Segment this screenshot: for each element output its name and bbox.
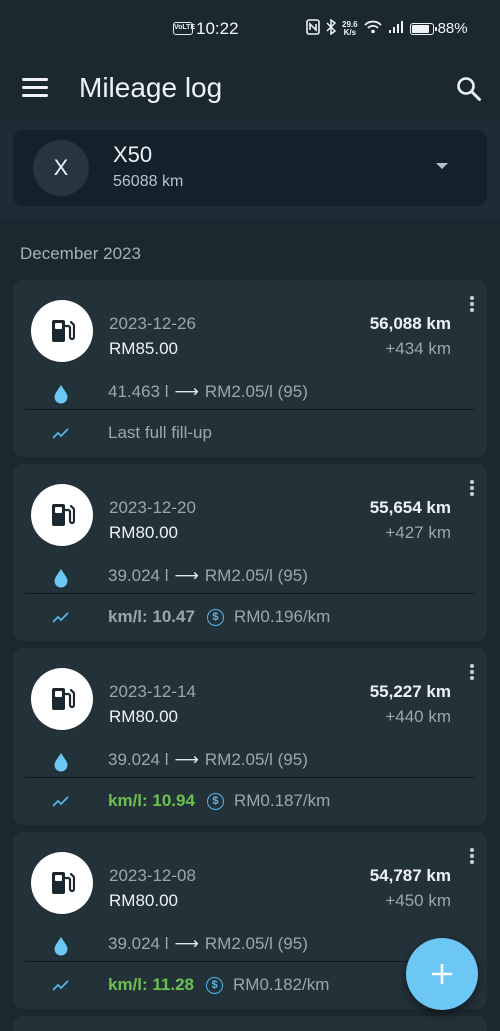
divider (25, 593, 475, 594)
nfc-icon (306, 19, 320, 38)
search-icon[interactable] (455, 75, 483, 103)
efficiency-value: km/l: 10.94 (108, 791, 195, 810)
entry-price: RM2.05/l (95) (204, 382, 308, 401)
stats-row: km/l: 10.47 $ RM0.196/km (108, 607, 330, 627)
arrow-icon: ⟶ (174, 750, 199, 769)
status-bar: VoLTE 10:22 29.6 K/s 88% (0, 0, 500, 58)
more-vert-icon[interactable] (469, 480, 475, 498)
fuel-entry-card[interactable]: 2023-12-14 RM80.00 55,227 km +440 km 39.… (13, 648, 487, 825)
entry-odometer: 55,227 km (369, 682, 451, 701)
fuel-drop-icon (51, 936, 71, 956)
status-time: 10:22 (196, 19, 239, 38)
vehicle-name: X50 (113, 142, 153, 167)
vehicle-selector[interactable]: X X50 56088 km (13, 130, 487, 206)
stats-row: km/l: 10.94 $ RM0.187/km (108, 791, 330, 811)
fuel-entry-card[interactable]: 2023-12-26 RM85.00 56,088 km +434 km 41.… (13, 280, 487, 457)
stats-row: Last full fill-up (108, 423, 212, 443)
fuel-entry-card[interactable]: 2023-12-20 RM80.00 55,654 km +427 km 39.… (13, 464, 487, 641)
trend-icon (51, 975, 71, 995)
money-icon: $ (206, 792, 224, 810)
more-vert-icon[interactable] (469, 296, 475, 314)
chevron-down-icon[interactable] (436, 163, 448, 169)
signal-icon (388, 20, 404, 37)
entry-distance: +440 km (385, 707, 451, 726)
entry-cost: RM80.00 (109, 891, 178, 910)
battery-indicator: 88% (409, 20, 468, 37)
entry-date: 2023-12-26 (109, 314, 196, 333)
arrow-icon: ⟶ (174, 934, 199, 953)
entry-price: RM2.05/l (95) (204, 934, 308, 953)
cost-per-km: RM0.182/km (233, 975, 330, 994)
menu-icon[interactable] (22, 78, 50, 100)
entry-cost: RM80.00 (109, 707, 178, 726)
arrow-icon: ⟶ (174, 382, 199, 401)
fuel-pump-icon (31, 852, 93, 914)
entry-odometer: 56,088 km (369, 314, 451, 333)
fuel-details: 39.024 l ⟶ RM2.05/l (95) (108, 566, 308, 586)
network-speed: 29.6 K/s (342, 19, 358, 37)
cost-per-km: RM0.196/km (233, 607, 331, 626)
fuel-entry-card[interactable] (13, 1016, 487, 1031)
volte-icon: VoLTE (173, 22, 195, 35)
money-icon: $ (206, 976, 224, 994)
entry-distance: +434 km (385, 339, 451, 358)
money-icon: $ (206, 608, 224, 626)
fuel-details: 39.024 l ⟶ RM2.05/l (95) (108, 934, 308, 954)
month-header: December 2023 (20, 244, 141, 263)
fuel-details: 41.463 l ⟶ RM2.05/l (95) (108, 382, 308, 402)
entry-date: 2023-12-20 (109, 498, 196, 517)
entry-date: 2023-12-08 (109, 866, 196, 885)
entry-odometer: 54,787 km (369, 866, 451, 885)
stats-row: km/l: 11.28 $ RM0.182/km (108, 975, 329, 995)
divider (25, 777, 475, 778)
last-full-note: Last full fill-up (108, 423, 212, 442)
vehicle-avatar: X (33, 140, 89, 196)
fuel-drop-icon (51, 568, 71, 588)
trend-icon (51, 423, 71, 443)
wifi-icon (363, 20, 382, 37)
entry-cost: RM80.00 (109, 523, 178, 542)
vehicle-header: X X50 56088 km (0, 120, 500, 218)
entry-date: 2023-12-14 (109, 682, 196, 701)
divider (25, 409, 475, 410)
entry-list: 2023-12-26 RM85.00 56,088 km +434 km 41.… (13, 280, 487, 1031)
bluetooth-icon (326, 18, 337, 38)
fuel-pump-icon (31, 668, 93, 730)
fuel-drop-icon (51, 384, 71, 404)
plus-icon (431, 963, 453, 985)
battery-icon (409, 22, 437, 35)
fuel-drop-icon (51, 752, 71, 772)
entry-distance: +427 km (385, 523, 451, 542)
entry-liters: 39.024 l (108, 934, 169, 953)
fuel-details: 39.024 l ⟶ RM2.05/l (95) (108, 750, 308, 770)
more-vert-icon[interactable] (469, 664, 475, 682)
efficiency-value: km/l: 11.28 (108, 975, 195, 994)
status-icons: 29.6 K/s 88% (306, 18, 468, 38)
add-entry-button[interactable] (406, 938, 478, 1010)
entry-price: RM2.05/l (95) (204, 566, 308, 585)
entry-distance: +450 km (385, 891, 451, 910)
entry-cost: RM85.00 (109, 339, 178, 358)
entry-liters: 39.024 l (108, 750, 169, 769)
entry-liters: 41.463 l (108, 382, 169, 401)
entry-price: RM2.05/l (95) (204, 750, 308, 769)
efficiency-value: km/l: 10.47 (108, 607, 195, 626)
entry-liters: 39.024 l (108, 566, 169, 585)
cost-per-km: RM0.187/km (233, 791, 331, 810)
trend-icon (51, 607, 71, 627)
page-title: Mileage log (79, 72, 223, 103)
arrow-icon: ⟶ (174, 566, 199, 585)
fuel-pump-icon (31, 300, 93, 362)
app-bar: Mileage log (0, 58, 500, 120)
trend-icon (51, 791, 71, 811)
vehicle-odometer: 56088 km (113, 173, 184, 190)
entry-odometer: 55,654 km (369, 498, 451, 517)
more-vert-icon[interactable] (469, 848, 475, 866)
fuel-pump-icon (31, 484, 93, 546)
